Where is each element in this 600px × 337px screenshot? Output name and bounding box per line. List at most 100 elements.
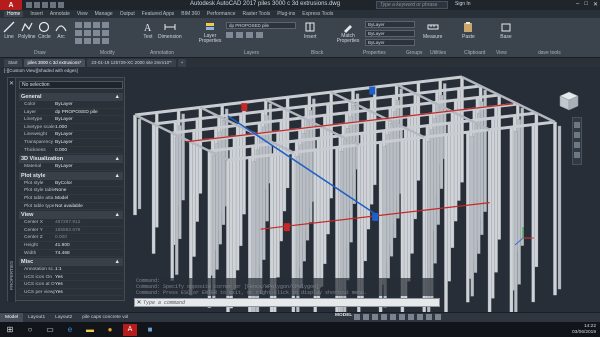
collapse-icon[interactable]: ▲: [115, 155, 120, 163]
layer-lock-icon[interactable]: [256, 32, 263, 38]
pile[interactable]: [389, 123, 394, 257]
tab-manage[interactable]: Manage: [95, 11, 113, 17]
pile[interactable]: [407, 116, 411, 282]
pile[interactable]: [439, 94, 444, 189]
chrome-icon[interactable]: ●: [103, 324, 117, 336]
tab-view[interactable]: View: [77, 11, 88, 17]
tab-plugins[interactable]: Plug-ins: [277, 11, 295, 17]
pile[interactable]: [369, 98, 374, 205]
redo-icon[interactable]: [58, 2, 64, 8]
property-row[interactable]: Center Y 185592.679: [19, 227, 123, 235]
property-row[interactable]: Width 74.468: [19, 250, 123, 258]
pile[interactable]: [517, 119, 521, 285]
open-file-icon[interactable]: [34, 2, 40, 8]
tab-featured-apps[interactable]: Featured Apps: [142, 11, 175, 17]
pile[interactable]: [373, 86, 377, 186]
pile[interactable]: [477, 112, 481, 254]
search-input[interactable]: Type a keyword or phrase: [376, 1, 448, 9]
pile[interactable]: [531, 124, 535, 303]
property-row[interactable]: Plot style ByColor: [19, 180, 123, 188]
annotation-scale-icon[interactable]: [417, 314, 423, 320]
offset-icon[interactable]: [102, 38, 109, 44]
pile[interactable]: [366, 110, 371, 230]
pile[interactable]: [221, 120, 226, 225]
tab-insert[interactable]: Insert: [30, 11, 43, 17]
pile[interactable]: [444, 134, 448, 312]
pile[interactable]: [460, 76, 464, 183]
pile[interactable]: [175, 136, 179, 275]
array-icon[interactable]: [93, 38, 100, 44]
command-input[interactable]: ✕ Type a command: [134, 298, 440, 307]
panel-block[interactable]: Block: [311, 50, 323, 56]
panel-view[interactable]: View: [496, 50, 507, 56]
polyline-button[interactable]: Polyline: [18, 21, 36, 40]
property-row[interactable]: Plot table type Not available: [19, 203, 123, 211]
trim-icon[interactable]: [93, 22, 100, 28]
pile[interactable]: [170, 132, 174, 281]
tab-model[interactable]: Model: [0, 312, 24, 323]
pile[interactable]: [509, 126, 514, 312]
pile[interactable]: [386, 134, 390, 279]
tab-raster-tools[interactable]: Raster Tools: [243, 11, 271, 17]
property-row[interactable]: Center Z 0.000: [19, 234, 123, 242]
pile[interactable]: [326, 103, 330, 235]
insert-block-button[interactable]: Insert: [304, 21, 317, 40]
property-row[interactable]: Plot table atta... Model: [19, 195, 123, 203]
snap-icon[interactable]: [363, 314, 369, 320]
lineweight-dropdown[interactable]: ByLayer: [365, 30, 415, 37]
grid-icon[interactable]: [354, 314, 360, 320]
property-row[interactable]: Linetype ByLayer: [19, 116, 123, 124]
zoom-icon[interactable]: [574, 142, 580, 148]
polar-icon[interactable]: [381, 314, 387, 320]
property-row[interactable]: UCS icon On Yes: [19, 274, 123, 282]
pile[interactable]: [457, 88, 461, 201]
tab-bim360[interactable]: BIM 360: [181, 11, 200, 17]
tab-performance[interactable]: Performance: [207, 11, 236, 17]
pile-cap[interactable]: [369, 86, 376, 95]
pile[interactable]: [319, 126, 324, 287]
explode-icon[interactable]: [102, 30, 109, 36]
mirror-icon[interactable]: [84, 30, 91, 36]
lineweight-icon[interactable]: [408, 314, 414, 320]
section-header[interactable]: Plot style ▲: [19, 171, 123, 180]
autocad-taskbar-icon[interactable]: A: [123, 323, 137, 336]
property-row[interactable]: Center X 487297.912: [19, 219, 123, 227]
task-view-icon[interactable]: ▭: [43, 324, 57, 336]
pile[interactable]: [480, 101, 484, 235]
layer-properties-button[interactable]: Layer Properties: [197, 21, 223, 44]
pile[interactable]: [360, 133, 364, 299]
pile[interactable]: [352, 105, 356, 204]
pile[interactable]: [259, 138, 263, 295]
base-view-button[interactable]: Base: [500, 21, 512, 40]
pile[interactable]: [491, 117, 495, 299]
file-explorer-icon[interactable]: ▬: [83, 324, 97, 336]
section-header[interactable]: 3D Visualization ▲: [19, 155, 123, 164]
circle-button[interactable]: Circle: [38, 21, 51, 40]
section-header[interactable]: View ▲: [19, 211, 123, 220]
pile[interactable]: [181, 113, 185, 201]
pile[interactable]: [346, 128, 350, 281]
pile[interactable]: [192, 130, 196, 257]
ortho-icon[interactable]: [372, 314, 378, 320]
collapse-icon[interactable]: ▲: [115, 93, 120, 101]
collapse-icon[interactable]: ▲: [115, 211, 120, 219]
panel-modify[interactable]: Modify: [100, 50, 115, 56]
pile[interactable]: [453, 99, 458, 222]
pile[interactable]: [466, 131, 470, 303]
application-menu-button[interactable]: A: [0, 0, 22, 10]
tab-pile-caps[interactable]: pile caps concrete vol: [77, 313, 133, 323]
layer-off-icon[interactable]: [226, 32, 233, 38]
pile[interactable]: [189, 141, 193, 296]
tab-layout1[interactable]: Layout1: [23, 313, 50, 323]
tab-annotate[interactable]: Annotate: [50, 11, 70, 17]
file-tab-site[interactable]: 23-01-19 125729-XC 2000 site 2mm10'*: [87, 58, 176, 67]
collapse-icon[interactable]: ▲: [115, 258, 120, 266]
section-header[interactable]: Misc ▲: [19, 258, 123, 267]
orbit-icon[interactable]: [574, 152, 580, 158]
pile[interactable]: [487, 129, 492, 312]
new-file-icon[interactable]: [26, 2, 32, 8]
pile[interactable]: [282, 108, 287, 212]
pile[interactable]: [265, 115, 269, 222]
property-row[interactable]: Plot style table None: [19, 187, 123, 195]
pile[interactable]: [195, 118, 199, 222]
